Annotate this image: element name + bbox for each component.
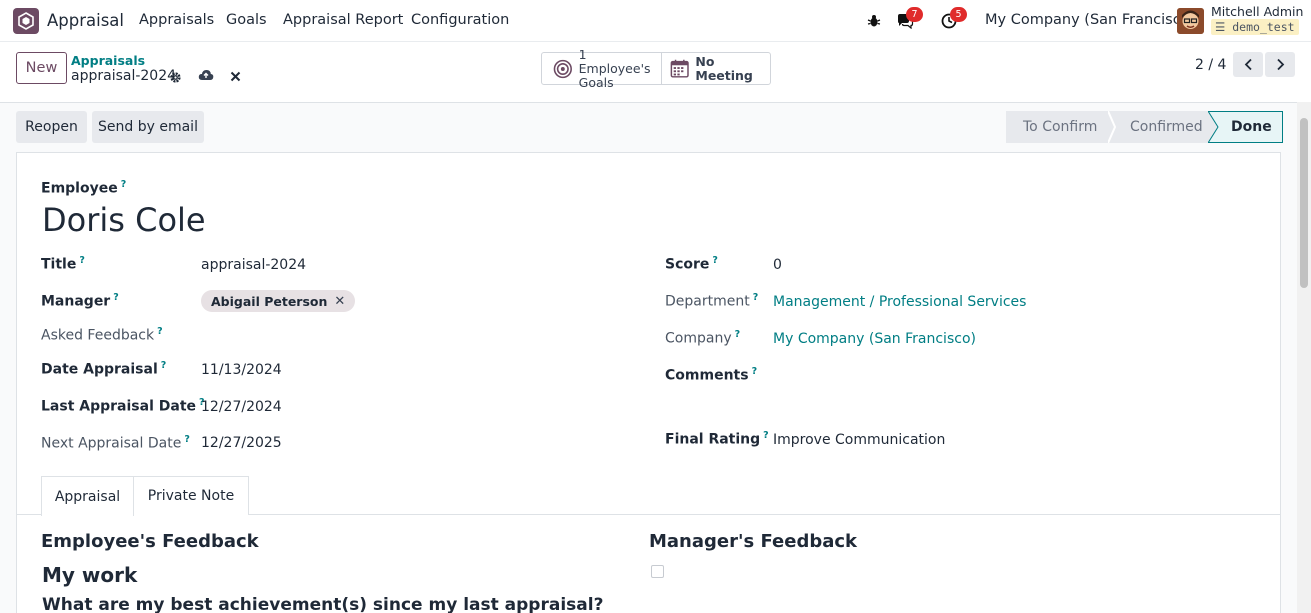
asked-feedback-label: Asked Feedback? (41, 326, 163, 344)
new-button[interactable]: New (16, 52, 67, 84)
employee-goals-button[interactable]: 1 Employee's Goals (542, 47, 661, 89)
my-work-heading: My work (42, 563, 138, 587)
manager-tag-label: Abigail Peterson (211, 293, 328, 309)
employee-label: Employee? (41, 179, 127, 197)
next-appraisal-date-value[interactable]: 12/27/2025 (201, 435, 282, 451)
help-icon: ? (763, 430, 769, 441)
database-name: ☰ demo_test (1211, 19, 1299, 35)
breadcrumb-current: appraisal-2024 (71, 68, 177, 84)
stage-to-confirm-label: To Confirm (1023, 119, 1098, 135)
pager-previous-button[interactable] (1233, 52, 1263, 77)
help-icon: ? (752, 292, 759, 303)
database-label: demo_test (1232, 20, 1295, 34)
department-link[interactable]: Management / Professional Services (773, 294, 1026, 310)
pager-counter[interactable]: 2 / 4 (1195, 57, 1226, 73)
stage-done-arrow (1208, 111, 1219, 143)
top-navbar: Appraisal Appraisals Goals Appraisal Rep… (0, 0, 1311, 42)
chat-badge: 7 (906, 7, 923, 22)
activity-clock-icon[interactable]: 5 (938, 7, 967, 32)
chevron-left-icon (1244, 58, 1252, 71)
last-appraisal-date-value[interactable]: 12/27/2024 (201, 399, 282, 415)
stage-to-confirm[interactable]: To Confirm (1006, 111, 1108, 143)
department-label: Department? (665, 292, 759, 310)
goals-label: Goals (578, 74, 614, 90)
smart-buttons: 1 Employee's Goals No Meeting (541, 47, 771, 89)
send-by-email-button[interactable]: Send by email (92, 111, 204, 143)
database-icon: ☰ (1215, 20, 1226, 34)
discard-close-icon[interactable] (227, 68, 243, 84)
final-rating-value[interactable]: Improve Communication (773, 432, 945, 448)
manager-feedback-checkbox[interactable] (651, 565, 664, 578)
reopen-button[interactable]: Reopen (16, 111, 87, 143)
goals-text: 1 Employee's Goals (578, 46, 661, 90)
company-link[interactable]: My Company (San Francisco) (773, 331, 976, 347)
menu-appraisal-report[interactable]: Appraisal Report (283, 12, 403, 28)
remove-tag-icon[interactable]: ✕ (334, 294, 345, 309)
manager-label: Manager? (41, 292, 119, 310)
help-icon: ? (734, 329, 741, 340)
debug-bug-icon[interactable] (863, 10, 885, 32)
chat-icon[interactable]: 7 (894, 7, 923, 32)
stage-done-label: Done (1231, 119, 1272, 135)
comments-field[interactable] (773, 364, 1253, 404)
menu-appraisals[interactable]: Appraisals (139, 12, 214, 28)
menu-goals[interactable]: Goals (226, 12, 267, 28)
user-avatar[interactable] (1177, 8, 1204, 34)
menu-configuration[interactable]: Configuration (411, 12, 509, 28)
scrollbar-thumb[interactable] (1300, 118, 1308, 288)
stage-done[interactable]: Done (1208, 111, 1283, 143)
help-icon: ? (751, 366, 758, 377)
title-value[interactable]: appraisal-2024 (201, 257, 306, 273)
help-icon: ? (113, 292, 119, 303)
employee-name[interactable]: Doris Cole (42, 201, 206, 239)
notebook-tabs: Appraisal Private Note (17, 476, 1280, 516)
company-label: Company? (665, 329, 741, 347)
help-icon: ? (79, 255, 85, 266)
help-icon: ? (157, 326, 163, 337)
form-sheet: Employee? Doris Cole Title? appraisal-20… (16, 152, 1281, 613)
manager-feedback-heading: Manager's Feedback (649, 531, 858, 552)
title-label: Title? (41, 255, 85, 273)
user-name[interactable]: Mitchell Admin (1211, 4, 1303, 19)
chevron-right-icon (1276, 58, 1284, 71)
meeting-label: No Meeting (695, 53, 753, 83)
calendar-icon (670, 59, 689, 78)
stage-confirmed-label: Confirmed (1130, 119, 1203, 135)
help-icon: ? (712, 255, 718, 266)
date-appraisal-label: Date Appraisal? (41, 360, 167, 378)
stage-separator (1108, 111, 1116, 143)
meeting-button[interactable]: No Meeting (661, 53, 770, 84)
appraisal-app-icon[interactable] (13, 8, 39, 34)
activity-badge: 5 (950, 7, 967, 22)
app-name[interactable]: Appraisal (47, 11, 124, 30)
company-switcher[interactable]: My Company (San Francisco) (985, 12, 1195, 28)
final-rating-label: Final Rating? (665, 430, 769, 448)
score-value: 0 (773, 257, 782, 273)
help-icon: ? (160, 360, 167, 371)
gear-icon[interactable] (167, 69, 183, 85)
comments-label: Comments? (665, 366, 758, 384)
manager-tag[interactable]: Abigail Peterson ✕ (201, 290, 356, 312)
goals-count-label: 1 Employee's (578, 46, 651, 76)
achievements-question: What are my best achievement(s) since my… (42, 595, 604, 613)
pager-next-button[interactable] (1265, 52, 1295, 77)
breadcrumb-appraisals[interactable]: Appraisals (71, 53, 145, 68)
score-label: Score? (665, 255, 718, 273)
employee-feedback-heading: Employee's Feedback (41, 531, 259, 552)
app-cube-icon (18, 12, 34, 30)
help-icon: ? (120, 179, 127, 190)
vertical-scrollbar[interactable] (1297, 102, 1311, 613)
last-appraisal-date-label: Last Appraisal Date? (41, 397, 205, 415)
tab-appraisal[interactable]: Appraisal (41, 476, 134, 516)
tab-private-note[interactable]: Private Note (134, 476, 249, 515)
save-cloud-icon[interactable] (198, 67, 214, 83)
target-icon (553, 59, 572, 78)
next-appraisal-date-label: Next Appraisal Date? (41, 434, 190, 452)
date-appraisal-value[interactable]: 11/13/2024 (201, 362, 282, 378)
stage-confirmed[interactable]: Confirmed (1116, 111, 1208, 143)
status-bar: To Confirm Confirmed Done (1006, 111, 1283, 143)
help-icon: ? (184, 434, 190, 445)
